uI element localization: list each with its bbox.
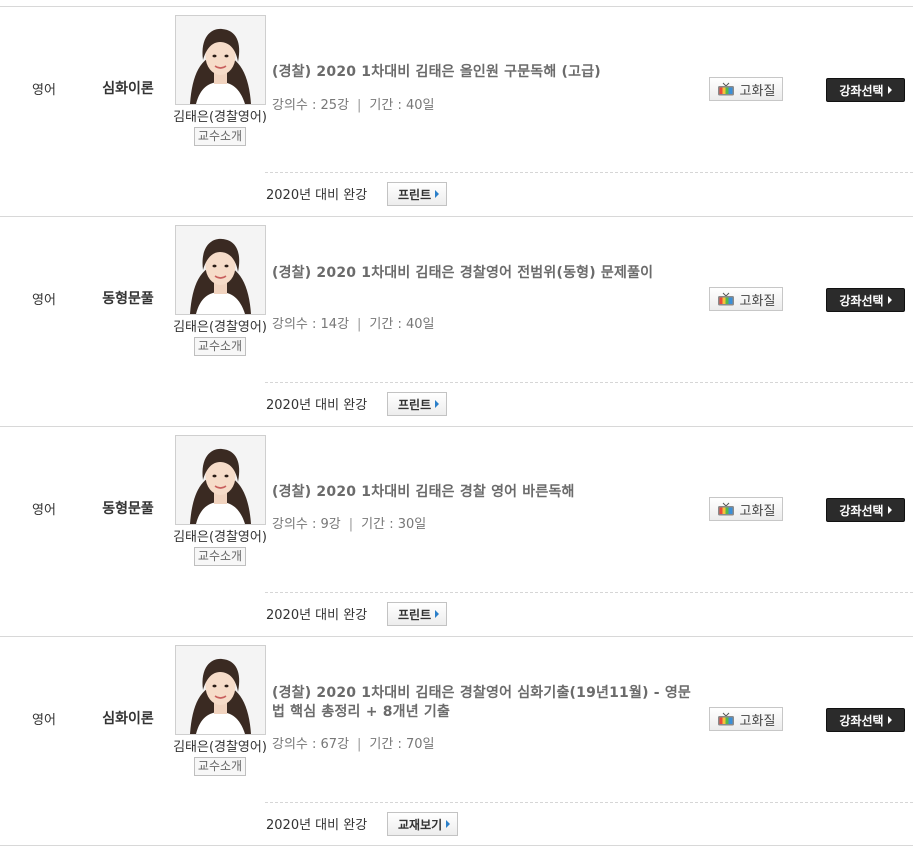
row-divider bbox=[265, 172, 913, 173]
professor-avatar[interactable] bbox=[174, 435, 266, 525]
tv-icon bbox=[717, 82, 735, 96]
lecture-count: 강의수 : 67강 bbox=[272, 737, 350, 752]
hd-quality-button[interactable]: 고화질 bbox=[709, 497, 783, 521]
course-period: 기간 : 40일 bbox=[369, 317, 435, 332]
row-divider bbox=[265, 382, 913, 383]
hd-quality-label: 고화질 bbox=[739, 83, 776, 99]
course-meta: 강의수 : 9강 | 기간 : 30일 bbox=[272, 513, 426, 532]
row-divider bbox=[265, 802, 913, 803]
professor-intro-button[interactable]: 교수소개 bbox=[193, 127, 247, 146]
course-note: 2020년 대비 완강 bbox=[266, 608, 368, 623]
course-select-button[interactable]: 강좌선택 bbox=[826, 498, 905, 522]
material-button[interactable]: 프린트 bbox=[387, 602, 448, 626]
course-category: 동형문풀 bbox=[102, 291, 154, 307]
course-row: 영어 동형문풀 김태은(경찰영어) 교수소개 (경찰) 2020 1차대비 김태… bbox=[0, 426, 913, 636]
course-title[interactable]: (경찰) 2020 1차대비 김태은 경찰영어 심화기출(19년11월) - 영… bbox=[272, 684, 697, 722]
meta-separator: | bbox=[357, 317, 362, 332]
professor-block: 김태은(경찰영어) 교수소개 bbox=[170, 15, 270, 146]
arrow-right-icon bbox=[435, 190, 440, 198]
professor-intro-button[interactable]: 교수소개 bbox=[193, 547, 247, 566]
hd-quality-label: 고화질 bbox=[739, 713, 776, 729]
course-subject: 영어 bbox=[32, 713, 56, 728]
course-select-label: 강좌선택 bbox=[839, 713, 884, 728]
course-note: 2020년 대비 완강 bbox=[266, 398, 368, 413]
material-label: 교재보기 bbox=[398, 817, 443, 832]
meta-separator: | bbox=[348, 517, 354, 532]
course-subject: 영어 bbox=[32, 503, 56, 518]
material-label: 프린트 bbox=[398, 187, 432, 202]
course-note: 2020년 대비 완강 bbox=[266, 818, 368, 833]
course-meta: 강의수 : 25강 | 기간 : 40일 bbox=[272, 94, 435, 113]
course-title[interactable]: (경찰) 2020 1차대비 김태은 올인원 구문독해 (고급) bbox=[272, 63, 697, 82]
course-period: 기간 : 30일 bbox=[361, 517, 427, 532]
arrow-right-icon bbox=[446, 820, 451, 828]
hd-quality-button[interactable]: 고화질 bbox=[709, 287, 783, 311]
lecture-count: 강의수 : 25강 bbox=[272, 98, 350, 113]
material-button[interactable]: 교재보기 bbox=[387, 812, 459, 836]
professor-block: 김태은(경찰영어) 교수소개 bbox=[170, 645, 270, 776]
hd-quality-label: 고화질 bbox=[739, 503, 776, 519]
professor-avatar[interactable] bbox=[174, 645, 266, 735]
hd-quality-button[interactable]: 고화질 bbox=[709, 707, 783, 731]
material-label: 프린트 bbox=[398, 607, 432, 622]
course-category: 심화이론 bbox=[102, 81, 154, 97]
tv-icon bbox=[717, 502, 735, 516]
course-select-label: 강좌선택 bbox=[839, 503, 884, 518]
tv-icon bbox=[717, 712, 735, 726]
professor-name: 김태은(경찰영어) bbox=[173, 320, 267, 335]
professor-avatar[interactable] bbox=[174, 225, 266, 315]
professor-name: 김태은(경찰영어) bbox=[173, 530, 267, 545]
course-select-button[interactable]: 강좌선택 bbox=[826, 288, 905, 312]
course-title[interactable]: (경찰) 2020 1차대비 김태은 경찰 영어 바른독해 bbox=[272, 483, 697, 502]
arrow-right-icon bbox=[887, 716, 892, 724]
meta-separator: | bbox=[357, 737, 362, 752]
row-divider bbox=[265, 592, 913, 593]
arrow-right-icon bbox=[435, 400, 440, 408]
course-meta: 강의수 : 14강 | 기간 : 40일 bbox=[272, 313, 435, 332]
hd-quality-label: 고화질 bbox=[739, 293, 776, 309]
course-subject: 영어 bbox=[32, 83, 56, 98]
tv-icon bbox=[717, 292, 735, 306]
lecture-count: 강의수 : 9강 bbox=[272, 517, 341, 532]
course-select-label: 강좌선택 bbox=[839, 293, 884, 308]
hd-quality-button[interactable]: 고화질 bbox=[709, 77, 783, 101]
professor-block: 김태은(경찰영어) 교수소개 bbox=[170, 435, 270, 566]
course-row: 영어 심화이론 김태은(경찰영어) 교수소개 (경찰) 2020 1차대비 김태… bbox=[0, 6, 913, 216]
course-select-button[interactable]: 강좌선택 bbox=[826, 78, 905, 102]
professor-block: 김태은(경찰영어) 교수소개 bbox=[170, 225, 270, 356]
course-note: 2020년 대비 완강 bbox=[266, 188, 368, 203]
course-title[interactable]: (경찰) 2020 1차대비 김태은 경찰영어 전범위(동형) 문제풀이 bbox=[272, 264, 697, 283]
course-select-label: 강좌선택 bbox=[839, 83, 884, 98]
material-button[interactable]: 프린트 bbox=[387, 392, 448, 416]
course-meta: 강의수 : 67강 | 기간 : 70일 bbox=[272, 733, 435, 752]
course-subject: 영어 bbox=[32, 293, 56, 308]
lecture-count: 강의수 : 14강 bbox=[272, 317, 350, 332]
meta-separator: | bbox=[357, 98, 362, 113]
course-period: 기간 : 40일 bbox=[369, 98, 435, 113]
course-period: 기간 : 70일 bbox=[369, 737, 435, 752]
professor-name: 김태은(경찰영어) bbox=[173, 740, 267, 755]
course-select-button[interactable]: 강좌선택 bbox=[826, 708, 905, 732]
material-label: 프린트 bbox=[398, 397, 432, 412]
arrow-right-icon bbox=[887, 86, 892, 94]
professor-avatar[interactable] bbox=[174, 15, 266, 105]
professor-intro-button[interactable]: 교수소개 bbox=[193, 757, 247, 776]
course-row: 영어 동형문풀 김태은(경찰영어) 교수소개 (경찰) 2020 1차대비 김태… bbox=[0, 216, 913, 426]
course-category: 동형문풀 bbox=[102, 501, 154, 517]
professor-name: 김태은(경찰영어) bbox=[173, 110, 267, 125]
arrow-right-icon bbox=[435, 610, 440, 618]
course-row: 영어 심화이론 김태은(경찰영어) 교수소개 (경찰) 2020 1차대비 김태… bbox=[0, 636, 913, 846]
course-list: 영어 심화이론 김태은(경찰영어) 교수소개 (경찰) 2020 1차대비 김태… bbox=[0, 0, 913, 850]
arrow-right-icon bbox=[887, 506, 892, 514]
material-button[interactable]: 프린트 bbox=[387, 182, 448, 206]
professor-intro-button[interactable]: 교수소개 bbox=[193, 337, 247, 356]
course-category: 심화이론 bbox=[102, 711, 154, 727]
arrow-right-icon bbox=[887, 296, 892, 304]
